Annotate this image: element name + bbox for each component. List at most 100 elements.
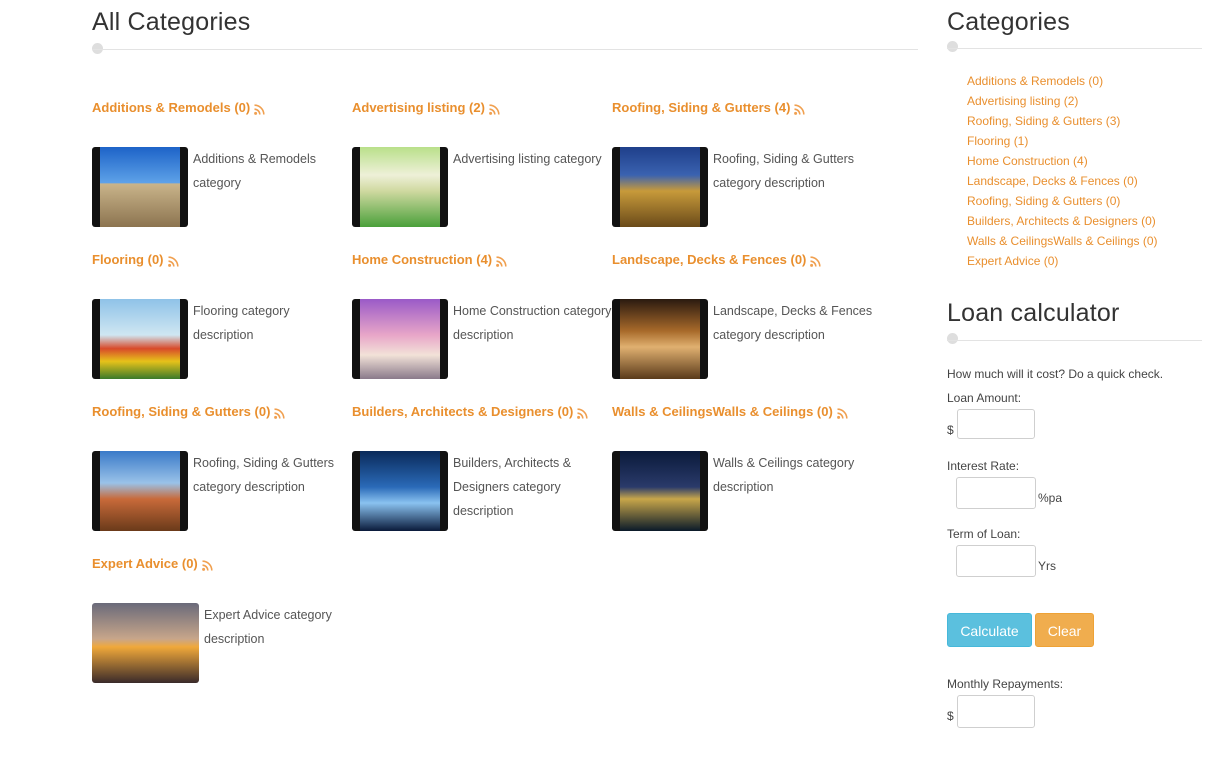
category-name: Flooring — [92, 252, 144, 267]
sidebar-title-divider-dot — [947, 41, 958, 52]
category-card: Flooring (0) Flooring category descriptio… — [92, 251, 352, 391]
interest-rate-label: Interest Rate: — [947, 459, 1020, 473]
category-count: (4) — [774, 100, 791, 115]
category-description: Walls & Ceilings category description — [713, 456, 855, 494]
category-image — [360, 451, 440, 531]
category-image — [620, 299, 700, 379]
category-name: Advertising listing — [352, 100, 466, 115]
category-description: Home Construction category description — [453, 304, 612, 342]
category-image — [360, 299, 440, 379]
category-title-link[interactable]: Flooring (0) — [92, 251, 179, 269]
category-count: (0) — [181, 556, 198, 571]
category-image — [100, 451, 180, 531]
category-title-link[interactable]: Home Construction (4) — [352, 251, 507, 269]
clear-button[interactable]: Clear — [1035, 613, 1094, 647]
category-count: (0) — [557, 404, 574, 419]
loan-intro: How much will it cost? Do a quick check. — [947, 367, 1164, 381]
category-image — [360, 147, 440, 227]
category-title-link[interactable]: Advertising listing (2) — [352, 99, 500, 117]
calculate-button[interactable]: Calculate — [947, 613, 1032, 647]
category-count: (0) — [147, 252, 164, 267]
loan-title-divider — [947, 340, 1202, 341]
category-thumbnail[interactable] — [612, 147, 708, 227]
category-title-link[interactable]: Roofing, Siding & Gutters (0) — [92, 403, 286, 421]
rss-icon[interactable] — [201, 558, 213, 571]
category-count: (0) — [254, 404, 271, 419]
category-count: (0) — [816, 404, 833, 419]
category-name: Landscape, Decks & Fences — [612, 252, 787, 267]
category-description: Roofing, Siding & Gutters category descr… — [193, 456, 335, 494]
category-title-link[interactable]: Builders, Architects & Designers (0) — [352, 403, 588, 421]
category-description: Builders, Architects & Designers categor… — [453, 456, 572, 518]
interest-rate-suffix: %pa — [1038, 491, 1063, 505]
category-thumbnail[interactable] — [92, 147, 188, 227]
loan-amount-label: Loan Amount: — [947, 391, 1022, 405]
category-thumbnail[interactable] — [612, 299, 708, 379]
category-card: Walls & CeilingsWalls & Ceilings (0) Wall… — [612, 403, 872, 543]
term-input[interactable] — [956, 545, 1036, 577]
rss-icon[interactable] — [836, 406, 848, 419]
category-count: (4) — [476, 252, 493, 267]
category-thumbnail[interactable] — [352, 147, 448, 227]
category-card: Additions & Remodels (0) Additions & Remo… — [92, 99, 352, 239]
main-content: All Categories Additions & Remodels (0) A… — [92, 0, 918, 758]
category-image — [100, 299, 180, 379]
category-title-link[interactable]: Walls & CeilingsWalls & Ceilings (0) — [612, 403, 848, 421]
category-thumbnail[interactable] — [92, 299, 188, 379]
term-label: Term of Loan: — [947, 527, 1021, 541]
category-description: Landscape, Decks & Fences category descr… — [713, 304, 873, 342]
category-thumbnail[interactable] — [352, 451, 448, 531]
category-thumbnail[interactable] — [92, 603, 199, 683]
category-title-link[interactable]: Roofing, Siding & Gutters (4) — [612, 99, 806, 117]
category-card: Advertising listing (2) Advertising listi… — [352, 99, 612, 239]
category-card: Builders, Architects & Designers (0) Buil… — [352, 403, 612, 543]
category-image — [620, 147, 700, 227]
category-thumbnail[interactable] — [352, 299, 448, 379]
loan-amount-input[interactable] — [957, 409, 1035, 439]
sidebar-category-link[interactable]: Advertising listing (2) — [967, 91, 1158, 111]
rss-icon[interactable] — [794, 102, 806, 115]
category-card: Roofing, Siding & Gutters (0) Roofing, Si… — [92, 403, 352, 543]
monthly-repayments-output[interactable] — [957, 695, 1035, 728]
category-name: Roofing, Siding & Gutters — [612, 100, 771, 115]
sidebar-title-divider — [947, 48, 1202, 49]
category-description: Expert Advice category description — [204, 608, 332, 646]
rss-icon[interactable] — [496, 254, 507, 267]
rss-icon[interactable] — [489, 102, 500, 115]
sidebar-category-link[interactable]: Home Construction (4) — [967, 151, 1158, 171]
title-divider — [92, 49, 918, 50]
category-description: Flooring category description — [193, 304, 290, 342]
sidebar-category-link[interactable]: Landscape, Decks & Fences (0) — [967, 171, 1158, 191]
sidebar-category-link[interactable]: Expert Advice (0) — [967, 251, 1158, 271]
category-title-link[interactable]: Expert Advice (0) — [92, 555, 213, 573]
category-thumbnail[interactable] — [612, 451, 708, 531]
interest-rate-input[interactable] — [956, 477, 1036, 509]
category-description: Roofing, Siding & Gutters category descr… — [713, 152, 855, 190]
sidebar: Categories Additions & Remodels (0) Adve… — [947, 0, 1202, 758]
sidebar-category-link[interactable]: Roofing, Siding & Gutters (3) — [967, 111, 1158, 131]
monthly-currency: $ — [947, 709, 954, 723]
sidebar-category-list: Additions & Remodels (0) Advertising lis… — [967, 71, 1158, 271]
category-name: Expert Advice — [92, 556, 179, 571]
category-description: Additions & Remodels category — [193, 152, 316, 190]
category-thumbnail[interactable] — [92, 451, 188, 531]
rss-icon[interactable] — [254, 102, 265, 115]
loan-amount-currency: $ — [947, 423, 954, 437]
category-count: (0) — [790, 252, 807, 267]
sidebar-category-link[interactable]: Additions & Remodels (0) — [967, 71, 1158, 91]
category-card: Home Construction (4) Home Construction c… — [352, 251, 612, 391]
category-image — [92, 603, 199, 683]
sidebar-category-link[interactable]: Flooring (1) — [967, 131, 1158, 151]
rss-icon[interactable] — [274, 406, 286, 419]
sidebar-category-link[interactable]: Roofing, Siding & Gutters (0) — [967, 191, 1158, 211]
sidebar-category-link[interactable]: Builders, Architects & Designers (0) — [967, 211, 1158, 231]
category-title-link[interactable]: Landscape, Decks & Fences (0) — [612, 251, 821, 269]
rss-icon[interactable] — [810, 254, 821, 267]
sidebar-category-link[interactable]: Walls & CeilingsWalls & Ceilings (0) — [967, 231, 1158, 251]
category-card: Expert Advice (0) Expert Advice category … — [92, 555, 352, 695]
rss-icon[interactable] — [577, 406, 588, 419]
rss-icon[interactable] — [167, 254, 179, 267]
page-title: All Categories — [92, 8, 251, 36]
category-title-link[interactable]: Additions & Remodels (0) — [92, 99, 265, 117]
category-name: Additions & Remodels — [92, 100, 231, 115]
